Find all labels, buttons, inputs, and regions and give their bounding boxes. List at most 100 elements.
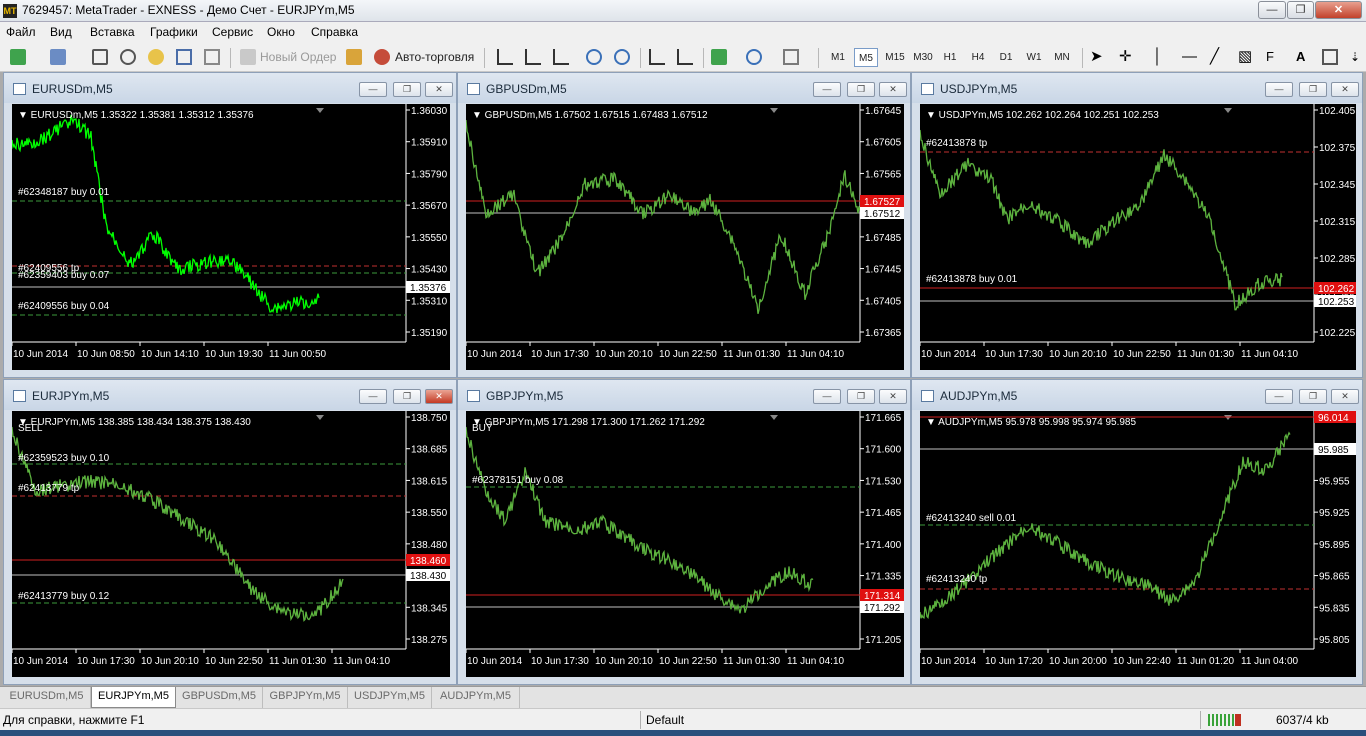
chart-window[interactable]: GBPUSDm,M5 — ❐ ✕ ▼ GBPUSDm,M5 1.67502 1.6751… <box>457 72 911 378</box>
tab-audjpym[interactable]: AUDJPYm,M5 <box>432 687 520 708</box>
menu-window[interactable]: Окно <box>267 25 295 39</box>
tab-usdjpym[interactable]: USDJPYm,M5 <box>348 687 432 708</box>
chart-minimize-icon[interactable]: — <box>1265 82 1293 97</box>
channel-icon[interactable]: ▧ <box>1238 49 1254 65</box>
chart-window[interactable]: USDJPYm,M5 — ❐ ✕ ▼ USDJPYm,M5 102.262 102.26… <box>911 72 1363 378</box>
chart-window-titlebar[interactable]: EURJPYm,M5 — ❐ ✕ <box>4 380 456 410</box>
chart-canvas[interactable]: ▼ GBPUSDm,M5 1.67502 1.67515 1.67483 1.6… <box>466 104 904 370</box>
tab-gbpusdm[interactable]: GBPUSDm,M5 <box>176 687 263 708</box>
chart-minimize-icon[interactable]: — <box>1265 389 1293 404</box>
menu-insert[interactable]: Вставка <box>90 25 135 39</box>
chart-restore-icon[interactable]: ❐ <box>393 389 421 404</box>
chart-window[interactable]: EURJPYm,M5 — ❐ ✕ ▼ EURJPYm,M5 138.385 138.43… <box>3 379 457 685</box>
chart-close-icon[interactable]: ✕ <box>879 389 907 404</box>
chart-close-icon[interactable]: ✕ <box>425 82 453 97</box>
chart-window-titlebar[interactable]: USDJPYm,M5 — ❐ ✕ <box>912 73 1362 103</box>
maximize-icon[interactable]: ❐ <box>1287 1 1314 19</box>
timeframe-d1[interactable]: D1 <box>994 48 1018 67</box>
price-tick-label: 102.345 <box>1319 180 1356 191</box>
chart-minimize-icon[interactable]: — <box>359 389 387 404</box>
new-chart-icon[interactable] <box>10 49 26 65</box>
candlestick-icon[interactable] <box>525 49 541 65</box>
bid-price-label: 95.985 <box>1318 445 1349 456</box>
navigator-icon[interactable] <box>148 49 164 65</box>
time-tick-label: 10 Jun 22:40 <box>1113 656 1171 667</box>
vertical-line-icon[interactable]: │ <box>1153 49 1169 65</box>
chart-canvas[interactable]: ▼ USDJPYm,M5 102.262 102.264 102.251 102… <box>920 104 1356 370</box>
tab-gbpjpym[interactable]: GBPJPYm,M5 <box>263 687 348 708</box>
timeframe-h1[interactable]: H1 <box>938 48 962 67</box>
menu-charts[interactable]: Графики <box>150 25 198 39</box>
timeframe-w1[interactable]: W1 <box>1022 48 1046 67</box>
chart-restore-icon[interactable]: ❐ <box>1299 389 1327 404</box>
chart-window[interactable]: EURUSDm,M5 — ❐ ✕ ▼ EURUSDm,M5 1.35322 1.3538… <box>3 72 457 378</box>
chart-restore-icon[interactable]: ❐ <box>847 82 875 97</box>
strategy-tester-icon[interactable] <box>204 49 220 65</box>
chart-window[interactable]: AUDJPYm,M5 — ❐ ✕ ▼ AUDJPYm,M5 95.978 95.998 … <box>911 379 1363 685</box>
text-label-icon[interactable] <box>1322 49 1338 65</box>
price-tick-label: 95.805 <box>1319 635 1350 646</box>
cursor-icon[interactable]: ➤ <box>1090 49 1106 65</box>
order-label: #62413779 buy 0.12 <box>18 591 110 602</box>
zoom-in-icon[interactable] <box>586 49 602 65</box>
market-watch-icon[interactable] <box>92 49 108 65</box>
trendline-icon[interactable]: ╱ <box>1210 49 1226 65</box>
crosshair-icon[interactable]: ✛ <box>1119 49 1135 65</box>
chart-restore-icon[interactable]: ❐ <box>847 389 875 404</box>
timeframe-m15[interactable]: M15 <box>882 48 908 67</box>
timeframe-m1[interactable]: M1 <box>826 48 850 67</box>
chart-close-icon[interactable]: ✕ <box>1331 389 1359 404</box>
ask-price-label: 102.262 <box>1318 284 1355 295</box>
chart-canvas[interactable]: ▼ AUDJPYm,M5 95.978 95.998 95.974 95.985… <box>920 411 1356 677</box>
text-tool-icon[interactable]: A <box>1296 49 1312 65</box>
chart-window[interactable]: GBPJPYm,M5 — ❐ ✕ ▼ GBPJPYm,M5 171.298 171.30… <box>457 379 911 685</box>
new-order-button[interactable]: Новый Ордер <box>260 47 336 67</box>
chart-close-icon[interactable]: ✕ <box>879 82 907 97</box>
chart-window-titlebar[interactable]: GBPUSDm,M5 — ❐ ✕ <box>458 73 910 103</box>
terminal-icon[interactable] <box>176 49 192 65</box>
timeframe-mn[interactable]: MN <box>1050 48 1074 67</box>
chart-minimize-icon[interactable]: — <box>813 82 841 97</box>
timeframe-m5[interactable]: M5 <box>854 48 878 67</box>
menu-view[interactable]: Вид <box>50 25 72 39</box>
chart-shift-icon[interactable] <box>677 49 693 65</box>
chart-minimize-icon[interactable]: — <box>813 389 841 404</box>
profiles-icon[interactable] <box>50 49 66 65</box>
auto-scroll-icon[interactable] <box>649 49 665 65</box>
timeframe-m30[interactable]: M30 <box>910 48 936 67</box>
chart-window-icon <box>13 390 26 402</box>
tab-eurusdm[interactable]: EURUSDm,M5 <box>3 687 91 708</box>
periods-icon[interactable] <box>746 49 762 65</box>
bar-chart-icon[interactable] <box>497 49 513 65</box>
zoom-out-icon[interactable] <box>614 49 630 65</box>
chart-canvas[interactable]: ▼ EURUSDm,M5 1.35322 1.35381 1.35312 1.3… <box>12 104 450 370</box>
chart-close-icon[interactable]: ✕ <box>1331 82 1359 97</box>
indicators-icon[interactable] <box>711 49 727 65</box>
time-tick-label: 10 Jun 20:10 <box>1049 349 1107 360</box>
minimize-icon[interactable]: — <box>1258 1 1286 19</box>
chart-window-titlebar[interactable]: EURUSDm,M5 — ❐ ✕ <box>4 73 456 103</box>
timeframe-h4[interactable]: H4 <box>966 48 990 67</box>
tab-eurjpym[interactable]: EURJPYm,M5 <box>91 687 176 708</box>
autotrading-button[interactable]: Авто-торговля <box>395 47 474 67</box>
chart-canvas[interactable]: ▼ GBPJPYm,M5 171.298 171.300 171.262 171… <box>466 411 904 677</box>
chart-restore-icon[interactable]: ❐ <box>393 82 421 97</box>
chart-window-titlebar[interactable]: AUDJPYm,M5 — ❐ ✕ <box>912 380 1362 410</box>
menu-file[interactable]: Файл <box>6 25 36 39</box>
chart-minimize-icon[interactable]: — <box>359 82 387 97</box>
fibonacci-icon[interactable]: F <box>1266 49 1282 65</box>
chart-canvas[interactable]: ▼ EURJPYm,M5 138.385 138.434 138.375 138… <box>12 411 450 677</box>
menu-tools[interactable]: Сервис <box>212 25 253 39</box>
horizontal-line-icon[interactable]: — <box>1182 49 1198 65</box>
arrows-icon[interactable]: ⇣ <box>1350 49 1366 65</box>
line-chart-icon[interactable] <box>553 49 569 65</box>
close-icon[interactable]: ✕ <box>1315 1 1362 19</box>
chart-window-titlebar[interactable]: GBPJPYm,M5 — ❐ ✕ <box>458 380 910 410</box>
metaeditor-icon[interactable] <box>346 49 362 65</box>
templates-icon[interactable] <box>783 49 799 65</box>
price-tick-label: 95.955 <box>1319 476 1350 487</box>
data-window-icon[interactable] <box>120 49 136 65</box>
chart-restore-icon[interactable]: ❐ <box>1299 82 1327 97</box>
chart-close-icon[interactable]: ✕ <box>425 389 453 404</box>
menu-help[interactable]: Справка <box>311 25 358 39</box>
